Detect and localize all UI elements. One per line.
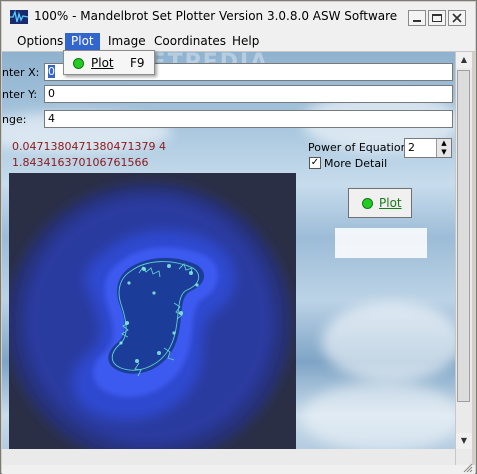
title-bar[interactable]: 100% - Mandelbrot Set Plotter Version 3.… [2,2,475,32]
main-panel: SOFTPEDIA nter X: 0 nter Y: 0 nge: 4 0.0… [2,52,455,465]
fractal-canvas[interactable] [9,173,296,465]
spin-up-icon[interactable]: ▲ [436,139,451,148]
plot-menu-item[interactable]: Plot F9 [66,53,152,72]
power-stepper[interactable]: 2 ▲ ▼ [404,138,452,158]
more-detail-label[interactable]: More Detail [324,157,387,170]
menu-coordinates[interactable]: Coordinates [148,33,232,50]
plot-menu-dropdown: Plot F9 [63,50,155,75]
green-dot-icon [362,198,373,209]
window-title: 100% - Mandelbrot Set Plotter Version 3.… [34,9,398,23]
plot-button-label: Plot [379,196,402,210]
menu-bar: Options Plot Image Coordinates Help [2,31,475,52]
center-y-input[interactable]: 0 [44,85,453,103]
plot-menu-item-label: Plot [91,56,114,70]
menu-help[interactable]: Help [226,33,265,50]
range-label: nge: [2,113,27,126]
close-icon[interactable] [448,10,466,26]
power-label: Power of Equation: [308,141,412,154]
more-detail-checkbox[interactable]: ✓ [309,157,321,169]
scroll-down-icon[interactable]: ▼ [456,433,472,449]
minimize-icon[interactable] [408,10,426,26]
readout-line-2: 1.843416370106761566 [12,156,149,169]
vertical-scrollbar[interactable]: ▲ ▼ [455,52,472,465]
fractal-image [9,183,291,463]
range-input[interactable]: 4 [44,110,453,128]
cloud [302,382,455,452]
spin-down-icon[interactable]: ▼ [436,148,451,157]
center-x-label: nter X: [2,66,40,79]
app-window: 100% - Mandelbrot Set Plotter Version 3.… [0,0,477,474]
waveform-icon[interactable] [10,10,28,24]
scroll-thumb[interactable] [457,70,470,402]
horizontal-scrollbar[interactable] [2,449,455,465]
readout-line-1: 0.0471380471380471379 4 [12,140,166,153]
plot-button[interactable]: Plot [348,188,412,218]
resize-grip-icon[interactable] [461,461,473,473]
maximize-icon[interactable] [428,10,446,26]
scroll-up-icon[interactable]: ▲ [456,52,472,68]
power-value: 2 [408,141,415,154]
menu-image[interactable]: Image [102,33,152,50]
status-bar [2,463,475,474]
plot-menu-item-shortcut: F9 [130,56,145,70]
center-y-label: nter Y: [2,88,38,101]
green-dot-icon [73,58,84,69]
cloud [322,302,455,382]
menu-options[interactable]: Options [11,33,69,50]
menu-plot[interactable]: Plot [65,33,100,50]
info-panel [335,228,427,258]
